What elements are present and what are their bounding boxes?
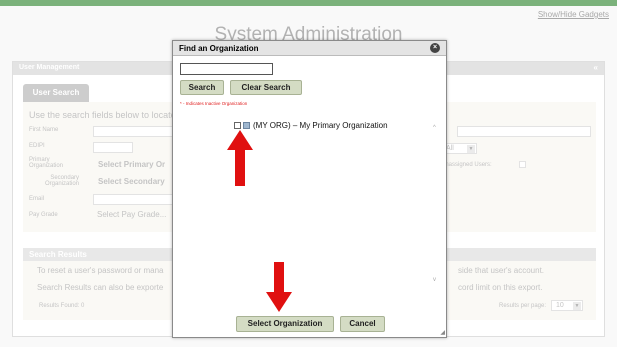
arrow-down-icon <box>266 262 292 312</box>
search-button[interactable]: Search <box>180 80 224 95</box>
tree-node[interactable]: (MY ORG) – My Primary Organization <box>234 120 388 130</box>
scroll-down-icon[interactable]: v <box>433 277 436 283</box>
organization-search-input[interactable] <box>180 63 273 75</box>
find-organization-dialog: Find an Organization × Search Clear Sear… <box>172 40 447 338</box>
select-organization-button[interactable]: Select Organization <box>236 316 334 332</box>
organization-icon <box>243 121 250 129</box>
organization-tree[interactable]: ^ (MY ORG) – My Primary Organization v <box>180 109 441 309</box>
clear-search-button[interactable]: Clear Search <box>230 80 302 95</box>
dialog-title-bar: Find an Organization × <box>173 41 446 56</box>
dialog-title: Find an Organization <box>179 44 259 53</box>
close-icon[interactable]: × <box>430 43 440 53</box>
inactive-organization-note: * - Indicates Inactive Organization <box>180 101 248 106</box>
arrow-up-icon <box>227 130 253 186</box>
tree-node-label[interactable]: (MY ORG) – My Primary Organization <box>253 121 388 130</box>
scroll-up-icon[interactable]: ^ <box>433 125 436 131</box>
cancel-button[interactable]: Cancel <box>340 316 385 332</box>
resize-grip-icon[interactable]: ◢ <box>440 329 445 336</box>
org-checkbox[interactable] <box>234 121 241 129</box>
